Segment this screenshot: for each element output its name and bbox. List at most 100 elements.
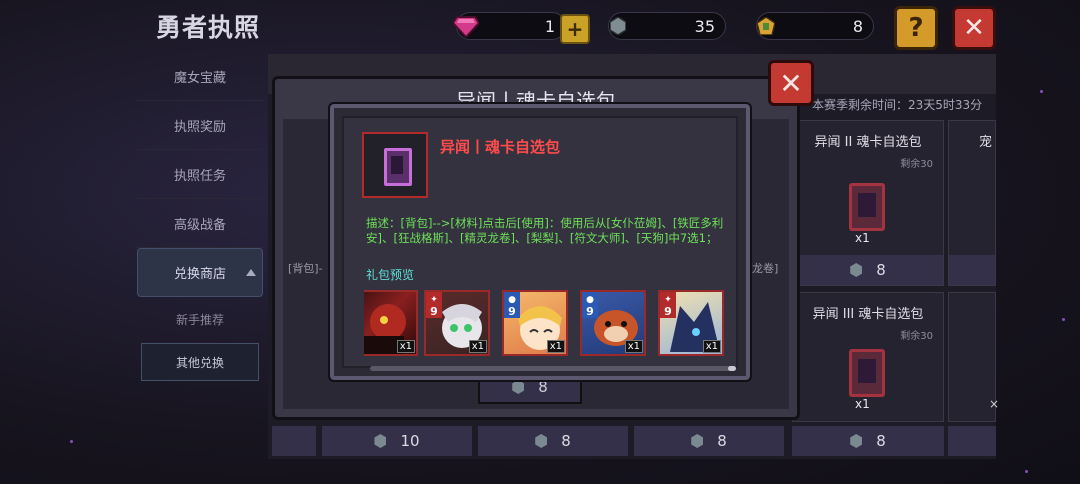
price-cell[interactable]: 8 [478, 426, 628, 456]
hero-level-badge: ● 9 [582, 292, 598, 318]
card-quantity: x1 [855, 397, 870, 411]
price-value: 8 [717, 432, 727, 450]
hero-level: 9 [664, 305, 672, 318]
price-cell[interactable] [948, 426, 996, 456]
close-icon: ✕ [963, 13, 985, 43]
close-dialog-button[interactable]: ✕ [768, 60, 814, 106]
fire-element-icon: ✦ [430, 295, 438, 305]
star-decoration [1025, 470, 1028, 473]
gem-value: 1 [544, 16, 555, 36]
hero-quantity: x1 [396, 340, 415, 353]
star-decoration [70, 440, 73, 443]
sidebar-item-label: 魔女宝藏 [173, 70, 226, 86]
hero-card[interactable]: x1 [364, 290, 418, 356]
outer-text-fragment: 龙卷] [752, 262, 779, 275]
card-pack-icon [849, 349, 885, 397]
hero-card[interactable]: ● 9 x1 [502, 290, 568, 356]
hero-level-badge: ● 9 [504, 292, 520, 318]
price-cell[interactable]: 8 [792, 426, 944, 456]
soul-card-pack-icon [384, 148, 412, 186]
price-value: 8 [876, 432, 886, 450]
sidebar-item-license-tasks[interactable]: 执照任务 [137, 150, 263, 199]
page-title: 勇者执照 [156, 13, 261, 42]
shop-card[interactable]: × [948, 292, 999, 422]
price-cell[interactable] [272, 426, 316, 456]
shop-card[interactable]: 异闻 III 魂卡自选包 剩余30 x1 [792, 292, 944, 422]
star-decoration [1040, 90, 1043, 93]
sidebar-item-label: 高级战备 [173, 217, 226, 233]
add-gem-button[interactable]: + [560, 14, 590, 44]
item-title: 异闻丨魂卡自选包 [440, 138, 561, 156]
hero-level: 9 [430, 305, 438, 318]
help-button[interactable]: ? [894, 6, 938, 50]
hero-level: 9 [508, 305, 516, 318]
sidebar-item-label: 执照奖励 [173, 119, 226, 135]
pack-icon-frame [362, 132, 428, 198]
emblem-counter: 8 [756, 12, 874, 40]
hero-quantity: x1 [624, 340, 643, 353]
card-price-button[interactable]: 8 [793, 255, 943, 285]
item-description: 描述：[背包]-->[材料]点击后[使用]：使用后从[女仆莅姆]、[铁匠多利安]… [366, 216, 724, 245]
close-icon: ✕ [779, 66, 803, 100]
scrollbar-thumb[interactable] [728, 366, 736, 371]
sidebar-subitem-label: 新手推荐 [175, 312, 224, 327]
emblem-icon [751, 11, 781, 41]
card-pack-icon [849, 183, 885, 231]
water-element-icon: ● [586, 295, 594, 305]
hero-preview-list[interactable]: x1 ✦ 9 x1 ● 9 x1 ● 9 x1 ✦ 9 x1 [364, 290, 730, 358]
card-remaining: 剩余30 [900, 159, 933, 170]
hero-card[interactable]: ✦ 9 x1 [658, 290, 724, 356]
sidebar-item-exchange-shop[interactable]: 兑换商店 [137, 248, 263, 297]
hero-card[interactable]: ● 9 x1 [580, 290, 646, 356]
hero-quantity: x1 [468, 340, 487, 353]
item-detail-body: 异闻丨魂卡自选包 描述：[背包]-->[材料]点击后[使用]：使用后从[女仆莅姆… [342, 116, 738, 371]
preview-label: 礼包预览 [366, 268, 415, 282]
sidebar-item-license-rewards[interactable]: 执照奖励 [137, 101, 263, 150]
crystal-icon [850, 434, 863, 448]
shop-card[interactable]: 宠 [948, 120, 996, 286]
hero-level-badge: ✦ 9 [426, 292, 442, 318]
price-cell[interactable]: 8 [634, 426, 784, 456]
emblem-value: 8 [852, 16, 863, 36]
sidebar-item-label: 执照任务 [173, 168, 226, 184]
gem-icon [451, 11, 481, 41]
card-remaining: 剩余30 [900, 331, 933, 342]
outer-price-value: 8 [538, 378, 548, 396]
card-title: 异闻 II 魂卡自选包 [814, 135, 922, 150]
card-price-button[interactable] [949, 255, 995, 285]
crystal-icon [603, 11, 633, 41]
sidebar-subitem-newbie[interactable]: 新手推荐 [137, 297, 263, 341]
hero-level-badge: ✦ 9 [660, 292, 676, 318]
crystal-icon [512, 380, 525, 394]
crystal-icon [374, 434, 387, 448]
card-price: 8 [876, 261, 886, 279]
hero-level: 9 [586, 305, 594, 318]
hero-quantity: x1 [546, 340, 565, 353]
price-cell[interactable]: 10 [322, 426, 472, 456]
water-element-icon: ● [508, 295, 516, 305]
price-value: 8 [561, 432, 571, 450]
sidebar-item-advanced-gear[interactable]: 高级战备 [137, 199, 263, 248]
preview-scrollbar[interactable] [370, 366, 736, 371]
crystal-counter: 35 [608, 12, 726, 40]
season-timer: 本赛季剩余时间：23天5时33分 [812, 98, 983, 112]
price-value: 10 [400, 432, 420, 450]
sidebar-subitem-label: 其他兑换 [175, 355, 224, 370]
sidebar-item-label: 兑换商店 [173, 267, 226, 282]
card-quantity: x1 [855, 231, 870, 245]
fire-element-icon: ✦ [664, 295, 672, 305]
card-title: 异闻 III 魂卡自选包 [812, 307, 924, 322]
close-page-button[interactable]: ✕ [952, 6, 996, 50]
hero-quantity: x1 [702, 340, 721, 353]
gem-counter: 1 [453, 12, 566, 40]
star-decoration [1062, 318, 1065, 321]
sidebar-subitem-other-exchange[interactable]: 其他兑换 [141, 343, 259, 381]
hero-card[interactable]: ✦ 9 x1 [424, 290, 490, 356]
crystal-icon [691, 434, 704, 448]
crystal-icon [535, 434, 548, 448]
card-title: 宠 [979, 135, 993, 150]
crystal-icon [850, 263, 863, 277]
outer-text-fragment: [背包]- [288, 262, 323, 275]
shop-card[interactable]: 异闻 II 魂卡自选包 剩余30 x1 8 [792, 120, 944, 286]
sidebar-item-treasure[interactable]: 魔女宝藏 [137, 52, 263, 101]
